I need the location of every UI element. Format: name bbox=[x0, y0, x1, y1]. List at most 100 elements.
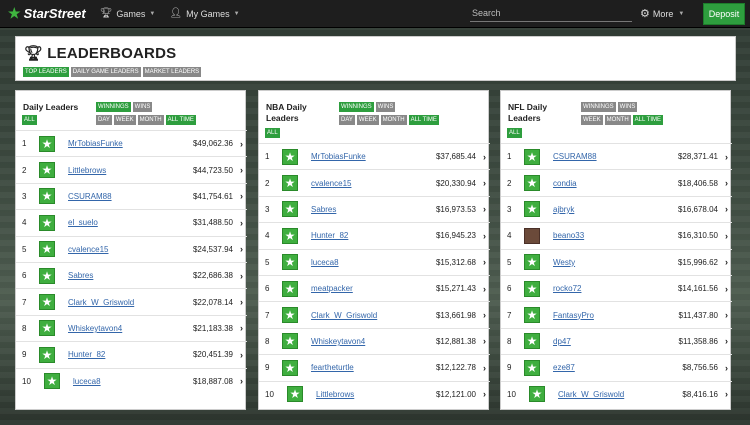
filter-month[interactable]: MONTH bbox=[137, 115, 164, 125]
leader-row[interactable]: 2 ★ condia $18,406.58 › bbox=[501, 169, 732, 195]
chevron-right-icon[interactable]: › bbox=[483, 231, 486, 241]
player-link[interactable]: CSURAM88 bbox=[68, 192, 112, 201]
player-link[interactable]: eze87 bbox=[553, 363, 575, 372]
leader-row[interactable]: 8 ★ Whiskeytavon4 $12,881.38 › bbox=[259, 327, 490, 354]
chevron-right-icon[interactable]: › bbox=[483, 310, 486, 320]
tab-daily-game-leaders[interactable]: DAILY GAME LEADERS bbox=[70, 67, 141, 77]
chevron-right-icon[interactable]: › bbox=[240, 376, 243, 386]
player-link[interactable]: Sabres bbox=[68, 271, 93, 280]
player-link[interactable]: Clark_W_Griswold bbox=[558, 390, 624, 399]
player-link[interactable]: Littlebrows bbox=[316, 390, 354, 399]
nav-games[interactable]: 🏆︎ Games ▼ bbox=[100, 8, 156, 19]
leader-row[interactable]: 9 ★ Hunter_82 $20,451.39 › bbox=[16, 341, 247, 367]
leader-row[interactable]: 4 ★ el_suelo $31,488.50 › bbox=[16, 209, 247, 235]
player-link[interactable]: cvalence15 bbox=[311, 179, 351, 188]
chevron-right-icon[interactable]: › bbox=[483, 363, 486, 373]
tab-top-leaders[interactable]: TOP LEADERS bbox=[23, 67, 69, 77]
leader-row[interactable]: 2 ★ cvalence15 $20,330.94 › bbox=[259, 169, 490, 195]
tab-market-leaders[interactable]: MARKET LEADERS bbox=[142, 67, 202, 77]
player-link[interactable]: el_suelo bbox=[68, 218, 98, 227]
player-link[interactable]: Sabres bbox=[311, 205, 336, 214]
filter-winnings[interactable]: WINNINGS bbox=[339, 102, 374, 112]
player-link[interactable]: Westy bbox=[553, 258, 575, 267]
player-link[interactable]: MrTobiasFunke bbox=[68, 139, 123, 148]
leader-row[interactable]: 4 beano33 $16,310.50 › bbox=[501, 222, 732, 248]
chevron-right-icon[interactable]: › bbox=[240, 350, 243, 360]
filter-all-time[interactable]: ALL TIME bbox=[165, 115, 196, 125]
player-link[interactable]: luceca8 bbox=[311, 258, 339, 267]
deposit-button[interactable]: Deposit bbox=[703, 3, 745, 25]
leader-row[interactable]: 3 ★ CSURAM88 $41,754.61 › bbox=[16, 182, 247, 209]
player-link[interactable]: FantasyPro bbox=[553, 311, 594, 320]
chevron-right-icon[interactable]: › bbox=[240, 139, 243, 149]
leader-row[interactable]: 6 ★ rocko72 $14,161.56 › bbox=[501, 274, 732, 301]
leader-row[interactable]: 5 ★ cvalence15 $24,537.94 › bbox=[16, 235, 247, 262]
player-link[interactable]: beano33 bbox=[553, 231, 584, 240]
leader-row[interactable]: 5 ★ Westy $15,996.62 › bbox=[501, 248, 732, 275]
leader-row[interactable]: 6 ★ Sabres $22,686.38 › bbox=[16, 261, 247, 288]
player-link[interactable]: Whiskeytavon4 bbox=[68, 324, 122, 333]
filter-all[interactable]: ALL bbox=[507, 128, 522, 138]
filter-all[interactable]: ALL bbox=[22, 115, 37, 125]
filter-all-time[interactable]: ALL TIME bbox=[408, 115, 439, 125]
player-link[interactable]: condia bbox=[553, 179, 577, 188]
chevron-right-icon[interactable]: › bbox=[483, 257, 486, 267]
chevron-right-icon[interactable]: › bbox=[725, 389, 728, 399]
leader-row[interactable]: 4 ★ Hunter_82 $16,945.23 › bbox=[259, 222, 490, 248]
player-link[interactable]: Clark_W_Griswold bbox=[68, 298, 134, 307]
chevron-right-icon[interactable]: › bbox=[725, 178, 728, 188]
filter-winnings[interactable]: WINNINGS bbox=[581, 102, 616, 112]
leader-row[interactable]: 7 ★ FantasyPro $11,437.80 › bbox=[501, 301, 732, 327]
leader-row[interactable]: 8 ★ dp47 $11,358.86 › bbox=[501, 327, 732, 354]
nav-my-games[interactable]: 👤︎ My Games ▼ bbox=[169, 8, 239, 19]
chevron-right-icon[interactable]: › bbox=[725, 204, 728, 214]
player-link[interactable]: feartheturtle bbox=[311, 363, 354, 372]
player-link[interactable]: meatpacker bbox=[311, 284, 353, 293]
chevron-right-icon[interactable]: › bbox=[725, 284, 728, 294]
chevron-right-icon[interactable]: › bbox=[725, 152, 728, 162]
filter-month[interactable]: MONTH bbox=[380, 115, 407, 125]
filter-day[interactable]: DAY bbox=[96, 115, 112, 125]
player-link[interactable]: rocko72 bbox=[553, 284, 581, 293]
leader-row[interactable]: 5 ★ luceca8 $15,312.68 › bbox=[259, 248, 490, 275]
filter-all[interactable]: ALL bbox=[265, 128, 280, 138]
player-link[interactable]: ajbryk bbox=[553, 205, 574, 214]
chevron-right-icon[interactable]: › bbox=[725, 336, 728, 346]
filter-wins[interactable]: WINS bbox=[375, 102, 396, 112]
chevron-right-icon[interactable]: › bbox=[240, 191, 243, 201]
chevron-right-icon[interactable]: › bbox=[725, 231, 728, 241]
player-link[interactable]: Hunter_82 bbox=[311, 231, 348, 240]
player-link[interactable]: Clark_W_Griswold bbox=[311, 311, 377, 320]
player-link[interactable]: cvalence15 bbox=[68, 245, 108, 254]
player-link[interactable]: CSURAM88 bbox=[553, 152, 597, 161]
chevron-right-icon[interactable]: › bbox=[240, 323, 243, 333]
filter-wins[interactable]: WINS bbox=[617, 102, 638, 112]
filter-all-time[interactable]: ALL TIME bbox=[632, 115, 664, 125]
leader-row[interactable]: 1 ★ CSURAM88 $28,371.41 › bbox=[501, 143, 732, 169]
player-link[interactable]: Hunter_82 bbox=[68, 350, 105, 359]
chevron-right-icon[interactable]: › bbox=[725, 363, 728, 373]
chevron-right-icon[interactable]: › bbox=[240, 297, 243, 307]
chevron-right-icon[interactable]: › bbox=[483, 389, 486, 399]
logo[interactable]: ★ StarStreet bbox=[8, 5, 86, 22]
leader-row[interactable]: 9 ★ eze87 $8,756.56 › bbox=[501, 354, 732, 380]
chevron-right-icon[interactable]: › bbox=[483, 178, 486, 188]
leader-row[interactable]: 1 ★ MrTobiasFunke $37,685.44 › bbox=[259, 143, 490, 169]
leader-row[interactable]: 9 ★ feartheturtle $12,122.78 › bbox=[259, 354, 490, 380]
leader-row[interactable]: 10 ★ Clark_W_Griswold $8,416.16 › bbox=[501, 380, 732, 407]
filter-week[interactable]: WEEK bbox=[356, 115, 379, 125]
chevron-right-icon[interactable]: › bbox=[240, 271, 243, 281]
leader-row[interactable]: 1 ★ MrTobiasFunke $49,062.36 › bbox=[16, 130, 247, 156]
leader-row[interactable]: 2 ★ Littlebrows $44,723.50 › bbox=[16, 156, 247, 182]
filter-week[interactable]: WEEK bbox=[113, 115, 136, 125]
chevron-right-icon[interactable]: › bbox=[483, 336, 486, 346]
chevron-right-icon[interactable]: › bbox=[483, 284, 486, 294]
leader-row[interactable]: 7 ★ Clark_W_Griswold $22,078.14 › bbox=[16, 288, 247, 314]
player-link[interactable]: luceca8 bbox=[73, 377, 101, 386]
filter-wins[interactable]: WINS bbox=[132, 102, 153, 112]
leader-row[interactable]: 6 ★ meatpacker $15,271.43 › bbox=[259, 274, 490, 301]
chevron-right-icon[interactable]: › bbox=[240, 165, 243, 175]
leader-row[interactable]: 8 ★ Whiskeytavon4 $21,183.38 › bbox=[16, 314, 247, 341]
leader-row[interactable]: 7 ★ Clark_W_Griswold $13,661.98 › bbox=[259, 301, 490, 327]
chevron-right-icon[interactable]: › bbox=[240, 218, 243, 228]
